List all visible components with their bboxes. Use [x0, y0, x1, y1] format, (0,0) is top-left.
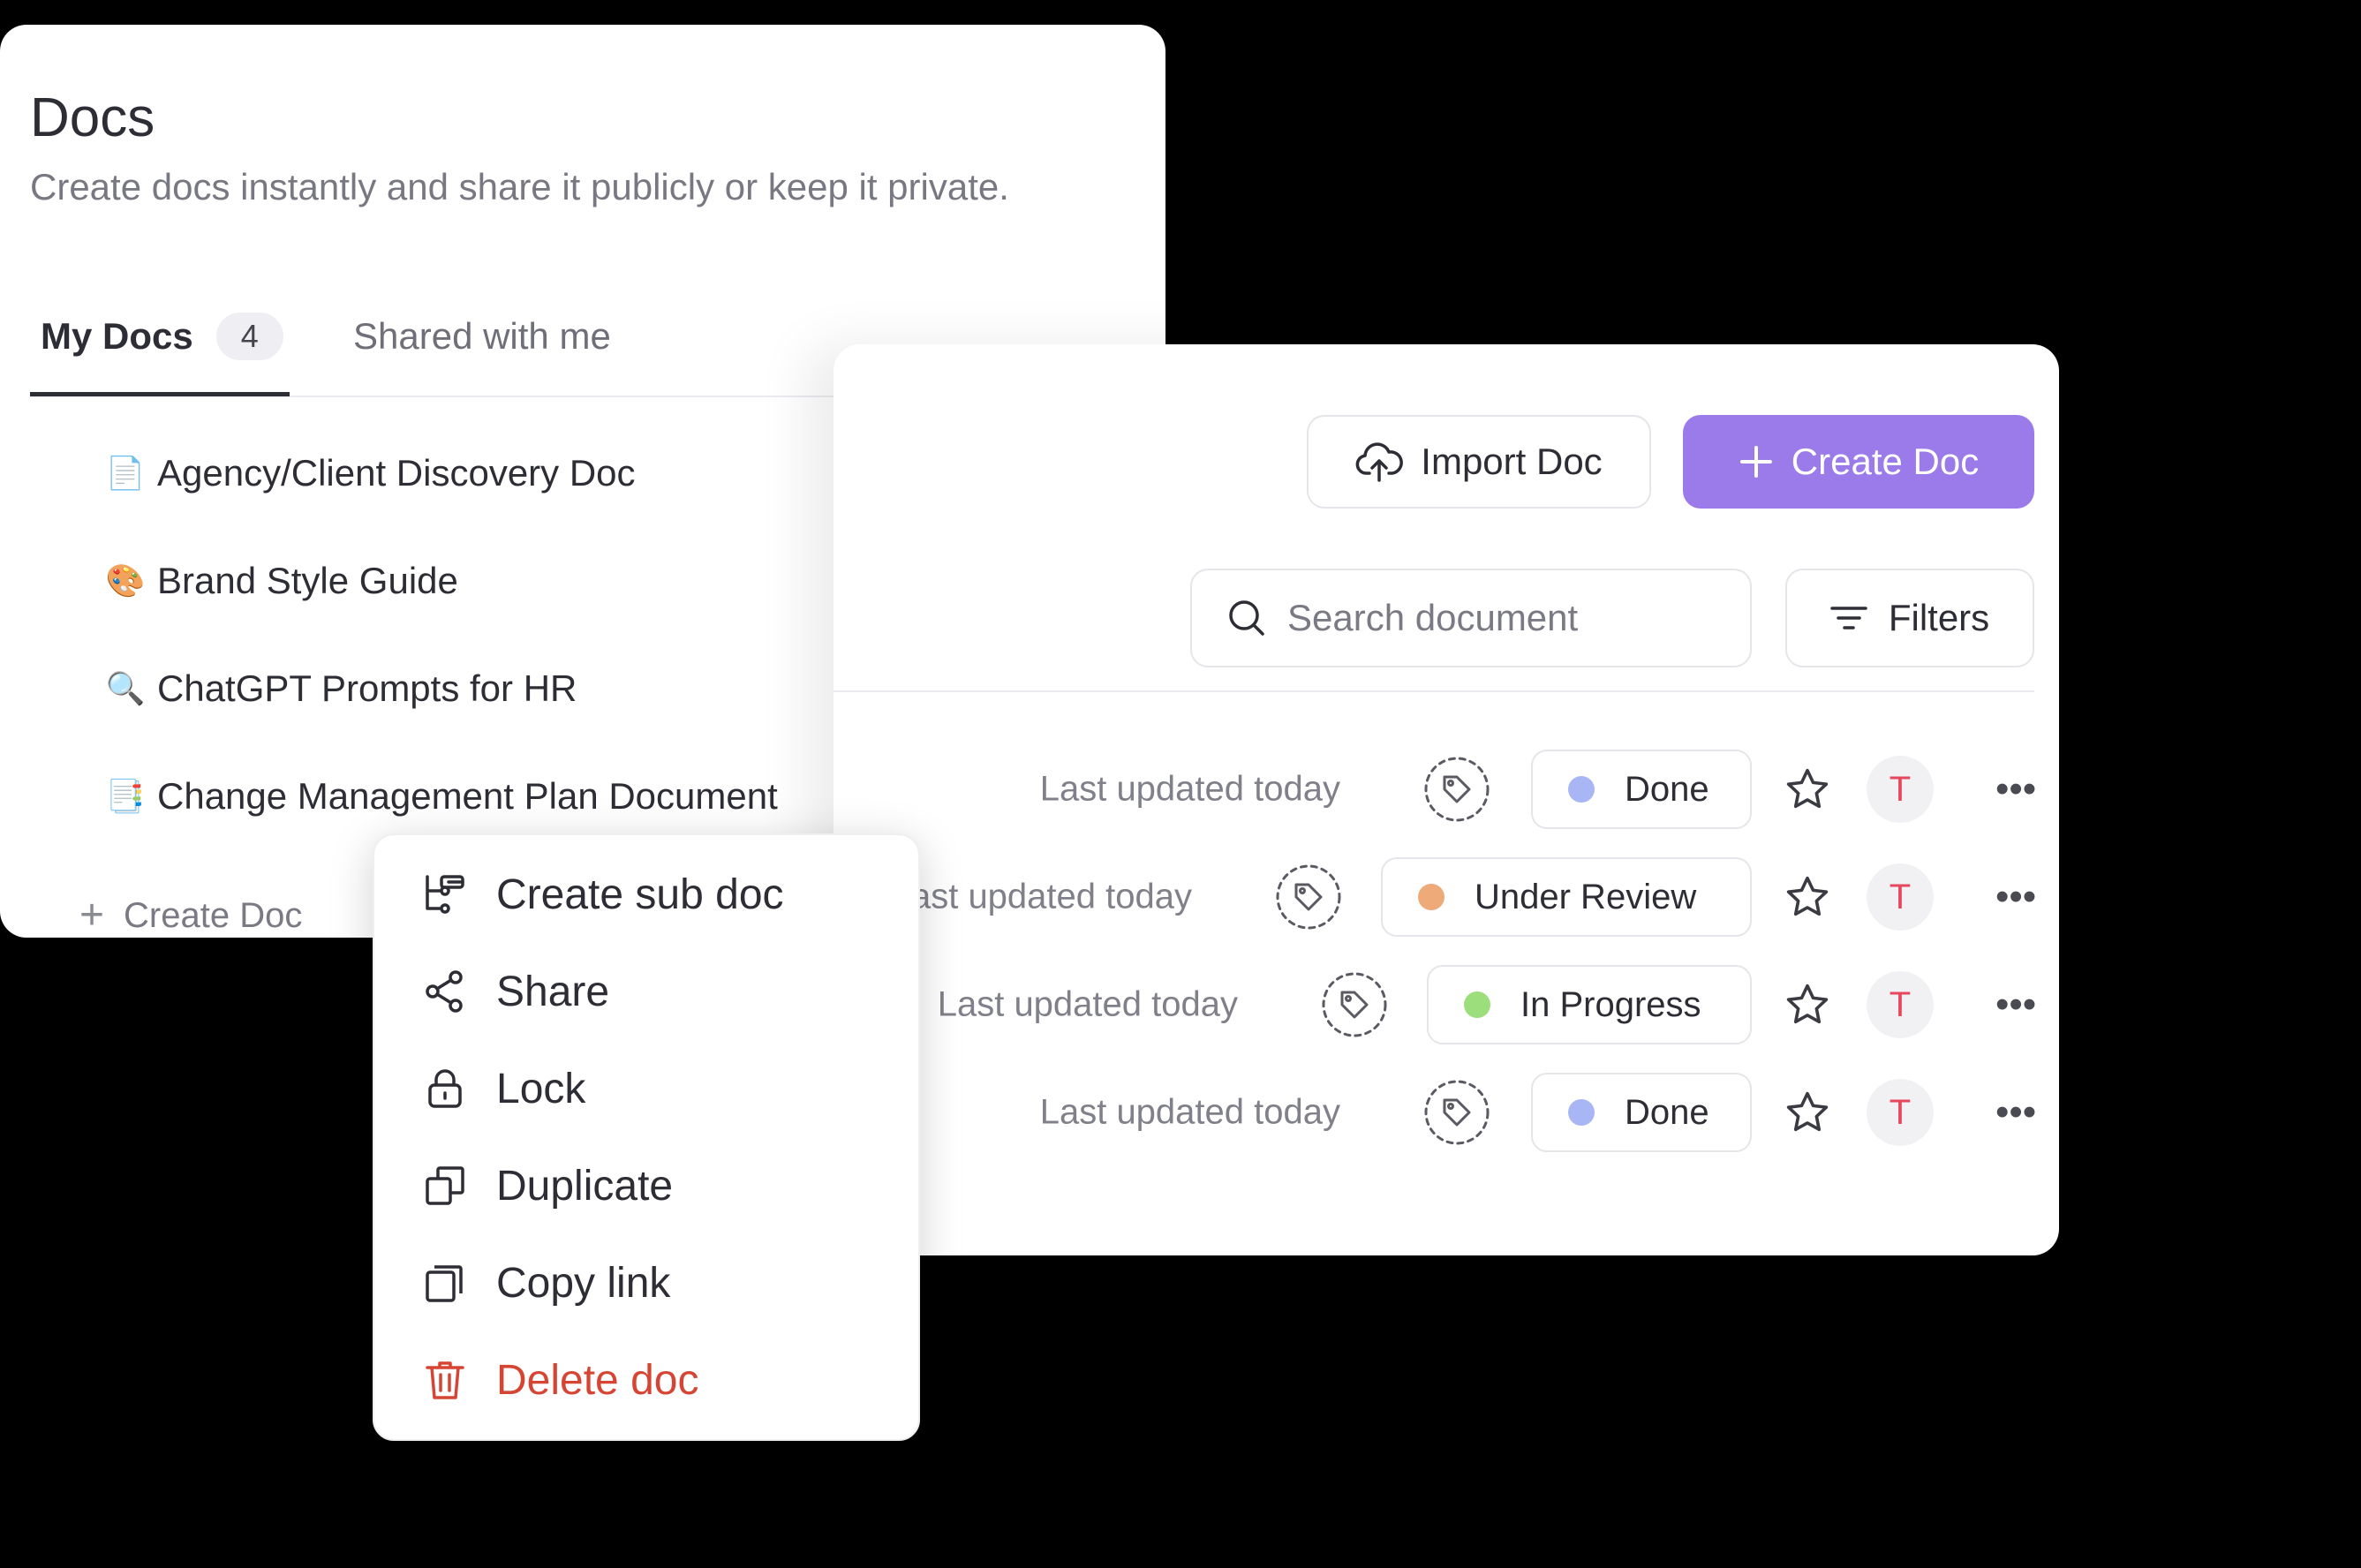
search-placeholder: Search document [1287, 597, 1579, 638]
filters-label: Filters [1888, 597, 1990, 638]
palette-icon: 🎨 [105, 562, 146, 599]
tab-my-docs[interactable]: My Docs 4 [30, 281, 290, 396]
context-menu: Create sub doc Share Lock Duplicate Copy… [373, 833, 920, 1441]
plus-icon: + [79, 892, 105, 938]
more-icon[interactable]: ••• [1995, 770, 2036, 809]
tag-icon[interactable] [1321, 971, 1388, 1038]
status-badge[interactable]: Done [1531, 750, 1752, 829]
status-dot [1418, 884, 1445, 910]
status-label: In Progress [1520, 984, 1701, 1024]
search-icon [1229, 600, 1264, 636]
menu-item-copy-link[interactable]: Copy link [422, 1243, 670, 1323]
create-doc-label: Create Doc [1791, 441, 1980, 482]
divider [834, 690, 2034, 692]
more-icon[interactable]: ••• [1995, 1093, 2036, 1132]
magnifier-icon: 🔍 [105, 670, 146, 706]
avatar[interactable]: T [1867, 756, 1934, 823]
document-icon: 📑 [105, 778, 146, 814]
duplicate-icon [426, 1166, 464, 1205]
document-icon: 📄 [105, 455, 146, 491]
doc-list-item[interactable]: 📑 Change Management Plan Document [106, 761, 778, 832]
menu-item-duplicate[interactable]: Duplicate [422, 1146, 673, 1225]
create-doc-button[interactable]: Create Doc [1683, 415, 2034, 509]
last-updated-text: Last updated today [891, 877, 1192, 916]
menu-item-label: Create sub doc [496, 871, 784, 918]
filter-icon [1830, 607, 1867, 629]
subdoc-icon [426, 875, 464, 914]
import-doc-label: Import Doc [1421, 441, 1603, 482]
share-icon [426, 970, 463, 1013]
status-badge[interactable]: Done [1531, 1073, 1752, 1152]
menu-item-label: Share [496, 968, 610, 1015]
avatar[interactable]: T [1867, 1079, 1934, 1146]
doc-name: Brand Style Guide [157, 560, 458, 601]
doc-list-item[interactable]: 🔍 ChatGPT Prompts for HR [106, 653, 577, 724]
plus-icon [1739, 446, 1772, 478]
menu-item-label: Lock [496, 1065, 586, 1112]
copy-link-icon [426, 1265, 463, 1302]
last-updated-text: Last updated today [1039, 1092, 1340, 1132]
star-icon[interactable] [1784, 765, 1831, 813]
last-updated-text: Last updated today [937, 984, 1238, 1024]
menu-item-label: Duplicate [496, 1162, 674, 1210]
menu-item-create-sub-doc[interactable]: Create sub doc [422, 855, 784, 934]
create-doc-link[interactable]: + Create Doc [79, 894, 302, 937]
status-dot [1568, 776, 1595, 803]
table-row[interactable]: Last updated today In Progress T ••• [834, 961, 2059, 1049]
status-badge[interactable]: In Progress [1427, 965, 1752, 1044]
star-icon[interactable] [1784, 981, 1831, 1029]
star-icon[interactable] [1784, 1089, 1831, 1136]
menu-item-label: Delete doc [496, 1356, 699, 1404]
table-row[interactable]: Last updated today Done T ••• [834, 1068, 2059, 1157]
docs-table-panel: Import Doc Create Doc Search document Fi… [834, 344, 2059, 1255]
search-input[interactable]: Search document [1190, 569, 1752, 667]
filters-button[interactable]: Filters [1785, 569, 2034, 667]
cloud-upload-icon [1355, 442, 1404, 482]
star-icon[interactable] [1784, 873, 1831, 921]
status-label: Done [1625, 1092, 1709, 1132]
tab-shared-with-me[interactable]: Shared with me [353, 281, 611, 392]
tag-icon[interactable] [1275, 863, 1342, 931]
tab-label: My Docs [41, 315, 193, 357]
count-badge: 4 [215, 313, 283, 360]
menu-item-label: Copy link [496, 1259, 671, 1307]
doc-name: Agency/Client Discovery Doc [157, 452, 636, 494]
status-label: Under Review [1475, 877, 1697, 916]
status-label: Done [1625, 769, 1709, 809]
menu-item-share[interactable]: Share [422, 952, 609, 1031]
more-icon[interactable]: ••• [1995, 985, 2036, 1024]
tag-icon[interactable] [1423, 756, 1490, 823]
last-updated-text: Last updated today [1039, 769, 1340, 809]
menu-item-delete-doc[interactable]: Delete doc [422, 1340, 698, 1420]
create-doc-label: Create Doc [124, 895, 303, 935]
doc-name: Change Management Plan Document [157, 775, 778, 817]
import-doc-button[interactable]: Import Doc [1307, 415, 1651, 509]
more-icon[interactable]: ••• [1995, 878, 2036, 916]
page-subtitle: Create docs instantly and share it publi… [30, 166, 1009, 207]
status-badge[interactable]: Under Review [1381, 857, 1752, 937]
tab-label: Shared with me [353, 315, 611, 357]
menu-item-lock[interactable]: Lock [422, 1049, 585, 1128]
table-row[interactable]: Last updated today Done T ••• [834, 745, 2059, 833]
doc-list-item[interactable]: 📄 Agency/Client Discovery Doc [106, 438, 636, 509]
status-dot [1568, 1099, 1595, 1126]
status-dot [1464, 991, 1490, 1018]
table-row[interactable]: Last updated today Under Review T ••• [834, 853, 2059, 941]
doc-name: ChatGPT Prompts for HR [157, 667, 577, 709]
avatar[interactable]: T [1867, 971, 1934, 1038]
lock-icon [428, 1069, 462, 1108]
tag-icon[interactable] [1423, 1079, 1490, 1146]
avatar[interactable]: T [1867, 863, 1934, 931]
doc-list-item[interactable]: 🎨 Brand Style Guide [106, 546, 458, 616]
trash-icon [426, 1361, 464, 1399]
page-title: Docs [30, 87, 155, 148]
